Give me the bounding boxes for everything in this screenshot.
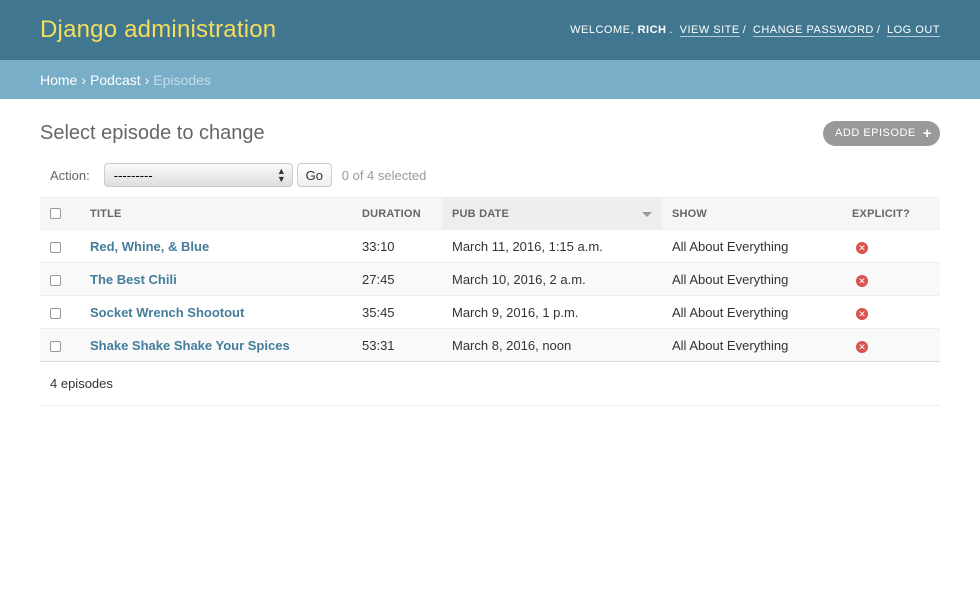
main-content: Select episode to change Add episode + A… (0, 120, 980, 406)
pub-date-cell: March 9, 2016, 1 p.m. (442, 295, 662, 329)
add-episode-button[interactable]: Add episode + (823, 120, 940, 146)
username: Rich (637, 24, 667, 36)
user-tools: Welcome, Rich. View site / Change passwor… (570, 24, 940, 37)
site-header: Django administration Welcome, Rich. Vie… (0, 0, 980, 60)
title-cell: Socket Wrench Shootout (80, 295, 352, 329)
breadcrumb-podcast[interactable]: Podcast (90, 72, 141, 88)
false-icon: ✕ (856, 241, 868, 254)
column-header-pub-date-label: Pub date (452, 207, 510, 220)
add-episode-label: Add episode (835, 127, 916, 139)
paginator: 4 episodes (40, 362, 940, 406)
explicit-cell: ✕ (842, 328, 940, 362)
table-row: The Best Chili 27:45 March 10, 2016, 2 a… (40, 262, 940, 296)
pub-date-cell: March 8, 2016, noon (442, 328, 662, 362)
change-password-link[interactable]: Change password (752, 24, 874, 37)
action-select-value: --------- (113, 167, 153, 183)
select-all-header (40, 197, 80, 230)
false-icon: ✕ (856, 274, 868, 287)
table-row: Red, Whine, & Blue 33:10 March 11, 2016,… (40, 229, 940, 263)
row-select-cell (40, 262, 80, 296)
episode-link[interactable]: Socket Wrench Shootout (90, 305, 244, 320)
breadcrumb-separator: › (81, 71, 87, 88)
welcome-text: Welcome, (570, 24, 635, 36)
title-cell: Red, Whine, & Blue (80, 229, 352, 263)
show-cell: All About Everything (662, 295, 842, 329)
table-row: Shake Shake Shake Your Spices 53:31 Marc… (40, 328, 940, 362)
breadcrumb-current: Episodes (153, 71, 211, 88)
title-cell: The Best Chili (80, 262, 352, 296)
sort-descending-icon[interactable] (642, 212, 652, 217)
page-title: Select episode to change (40, 121, 265, 144)
breadcrumb-home[interactable]: Home (40, 72, 77, 88)
column-header-explicit[interactable]: Explicit? (842, 197, 940, 230)
show-cell: All About Everything (662, 328, 842, 362)
column-header-pub-date[interactable]: Pub date (442, 197, 662, 230)
row-checkbox[interactable] (50, 307, 61, 319)
duration-cell: 27:45 (352, 262, 442, 296)
table-row: Socket Wrench Shootout 35:45 March 9, 20… (40, 295, 940, 329)
row-checkbox[interactable] (50, 241, 61, 253)
row-checkbox[interactable] (50, 340, 61, 352)
row-select-cell (40, 295, 80, 329)
action-bar: Action: --------- ▲ ▼ Go 0 of 4 selected (40, 162, 940, 188)
show-cell: All About Everything (662, 229, 842, 263)
duration-cell: 33:10 (352, 229, 442, 263)
select-all-checkbox[interactable] (50, 208, 61, 220)
show-cell: All About Everything (662, 262, 842, 296)
episode-link[interactable]: The Best Chili (90, 272, 177, 287)
log-out-link[interactable]: Log out (886, 24, 940, 37)
column-header-duration[interactable]: Duration (352, 197, 442, 230)
pub-date-cell: March 10, 2016, 2 a.m. (442, 262, 662, 296)
view-site-link[interactable]: View site (679, 24, 740, 37)
row-checkbox[interactable] (50, 274, 61, 286)
title-cell: Shake Shake Shake Your Spices (80, 328, 352, 362)
false-icon: ✕ (856, 307, 868, 320)
breadcrumb-separator: › (144, 71, 150, 88)
result-count: 4 episodes (50, 376, 113, 391)
explicit-cell: ✕ (842, 295, 940, 329)
episode-link[interactable]: Shake Shake Shake Your Spices (90, 338, 290, 353)
plus-icon: + (922, 124, 932, 142)
row-select-cell (40, 229, 80, 263)
action-select[interactable]: --------- ▲ ▼ (103, 163, 293, 187)
episode-link[interactable]: Red, Whine, & Blue (90, 239, 209, 254)
selection-counter: 0 of 4 selected (341, 167, 427, 183)
column-header-title[interactable]: Title (80, 197, 352, 230)
pub-date-cell: March 11, 2016, 1:15 a.m. (442, 229, 662, 263)
breadcrumb: Home › Podcast › Episodes (0, 60, 980, 99)
duration-cell: 53:31 (352, 328, 442, 362)
go-button[interactable]: Go (296, 163, 332, 187)
results-table: Title Duration Pub date Show Explicit? R… (40, 197, 940, 362)
duration-cell: 35:45 (352, 295, 442, 329)
row-select-cell (40, 328, 80, 362)
explicit-cell: ✕ (842, 229, 940, 263)
site-brand[interactable]: Django administration (40, 16, 276, 44)
false-icon: ✕ (856, 340, 868, 353)
explicit-cell: ✕ (842, 262, 940, 296)
action-label: Action: (50, 167, 90, 183)
column-header-show[interactable]: Show (662, 197, 842, 230)
select-arrows-icon: ▲ ▼ (276, 165, 286, 184)
